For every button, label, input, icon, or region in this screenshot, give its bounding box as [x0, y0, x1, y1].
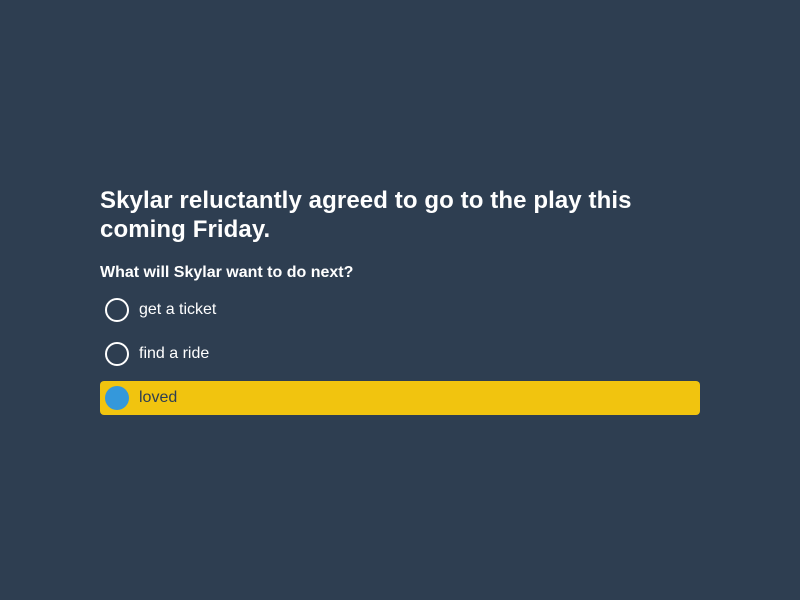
answer-option-loved[interactable]: loved	[100, 381, 700, 415]
answer-option-label: loved	[139, 389, 178, 406]
radio-icon[interactable]	[105, 342, 129, 366]
selected-radio-icon[interactable]	[105, 386, 129, 410]
answer-options: get a ticket find a ride loved	[100, 293, 700, 415]
answer-option-label: get a ticket	[139, 301, 217, 318]
quiz-screen: Skylar reluctantly agreed to go to the p…	[0, 0, 800, 600]
answer-option-find-a-ride[interactable]: find a ride	[100, 337, 700, 371]
prompt-text: Skylar reluctantly agreed to go to the p…	[100, 187, 632, 243]
answer-option-get-a-ticket[interactable]: get a ticket	[100, 293, 700, 327]
question-text: What will Skylar want to do next?	[100, 264, 354, 281]
answer-option-label: find a ride	[139, 345, 210, 362]
question-card: Skylar reluctantly agreed to go to the p…	[100, 186, 700, 425]
radio-icon[interactable]	[105, 298, 129, 322]
